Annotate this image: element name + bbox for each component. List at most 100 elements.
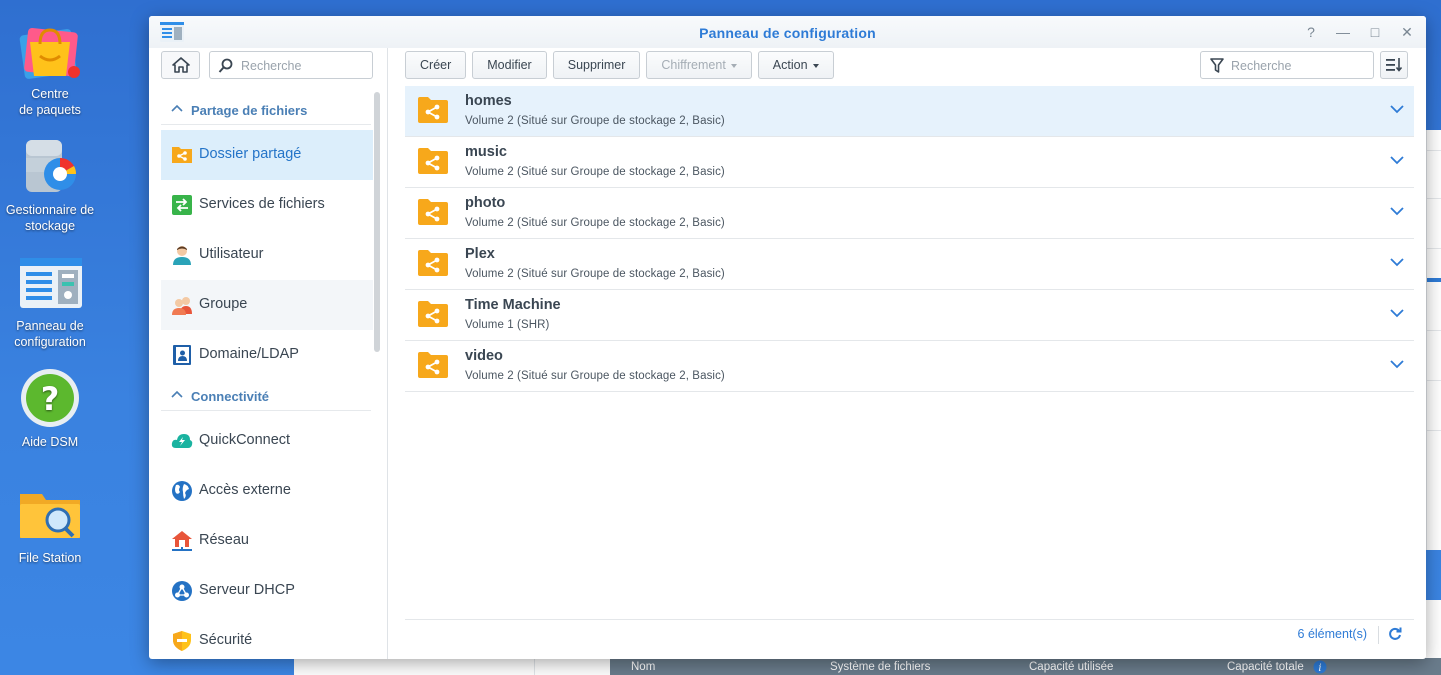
sidebar-item-quickconnect[interactable]: QuickConnect (161, 416, 373, 466)
storage-manager-icon (18, 134, 82, 198)
user-icon (173, 246, 191, 265)
shared-folder-name: Plex (465, 246, 495, 262)
close-button[interactable]: ✕ (1398, 23, 1416, 41)
desktop-icon-package-center[interactable]: Centre de paquets (0, 18, 100, 118)
sidebar-item-user[interactable]: Utilisateur (161, 230, 373, 280)
shared-folder-icon (418, 250, 448, 276)
shared-folder-location: Volume 2 (Situé sur Groupe de stockage 2… (465, 217, 725, 229)
shared-folder-location: Volume 2 (Situé sur Groupe de stockage 2… (465, 166, 725, 178)
modify-button[interactable]: Modifier (472, 51, 547, 79)
sort-icon (1386, 58, 1402, 72)
sidebar-item-shared-folder[interactable]: Dossier partagé (161, 130, 373, 180)
control-panel-icon (18, 250, 82, 314)
svg-text:?: ? (41, 380, 60, 418)
shared-folder-row[interactable]: Plex Volume 2 (Situé sur Groupe de stocka… (405, 239, 1414, 290)
sidebar-item-label: Accès externe (199, 482, 291, 498)
shared-folder-icon (418, 148, 448, 174)
action-dropdown[interactable]: Action (757, 51, 834, 79)
chevron-down-icon[interactable] (1390, 206, 1404, 216)
sidebar-item-label: Sécurité (199, 632, 253, 648)
quickconnect-icon (171, 434, 193, 448)
file-station-icon (18, 482, 82, 546)
shared-folder-location: Volume 2 (Situé sur Groupe de stockage 2… (465, 268, 725, 280)
sidebar-item-label: Serveur DHCP (199, 582, 295, 598)
dhcp-icon (172, 581, 192, 601)
filter-search-input[interactable]: Recherche (1200, 51, 1374, 79)
network-icon (172, 531, 192, 551)
section-file-sharing[interactable]: Partage de fichiers (161, 97, 371, 125)
shared-folder-icon (418, 352, 448, 378)
help-icon: ? (18, 366, 82, 430)
package-center-icon (18, 18, 82, 82)
group-icon (172, 297, 192, 315)
file-services-icon (172, 195, 192, 215)
sidebar-item-external-access[interactable]: Accès externe (161, 466, 373, 516)
shared-folder-name: music (465, 144, 507, 160)
chevron-up-icon (171, 104, 183, 112)
globe-icon (172, 481, 192, 501)
home-icon (171, 57, 190, 73)
encryption-dropdown[interactable]: Chiffrement (646, 51, 752, 79)
chevron-down-icon[interactable] (1390, 257, 1404, 267)
sidebar-item-label: Groupe (199, 296, 248, 312)
divider (1378, 626, 1379, 644)
shared-folder-row[interactable]: video Volume 2 (Situé sur Groupe de stock… (405, 341, 1414, 392)
chevron-down-icon[interactable] (1390, 155, 1404, 165)
sidebar-item-label: Dossier partagé (199, 146, 302, 162)
desktop-icon-dsm-help[interactable]: ? Aide DSM (0, 366, 100, 450)
sidebar-item-dhcp-server[interactable]: Serveur DHCP (161, 566, 373, 616)
sidebar-item-group[interactable]: Groupe (161, 280, 373, 330)
sidebar-item-label: QuickConnect (199, 432, 291, 448)
shared-folder-name: homes (465, 93, 512, 109)
create-button[interactable]: Créer (405, 51, 467, 79)
desktop-icon-storage-manager[interactable]: Gestionnaire de stockage (0, 134, 100, 234)
list-footer: 6 élément(s) (405, 619, 1414, 649)
shared-folder-icon (418, 97, 448, 123)
delete-button[interactable]: Supprimer (552, 51, 641, 79)
info-icon[interactable]: i (1313, 660, 1327, 674)
desktop-icon-label: Gestionnaire de stockage (5, 203, 95, 233)
maximize-button[interactable]: □ (1366, 23, 1384, 41)
chevron-down-icon[interactable] (1390, 359, 1404, 369)
filter-icon (1210, 58, 1224, 73)
shared-folder-icon (172, 147, 192, 163)
background-table-header: Nom Système de fichiers Capacité utilisé… (610, 658, 1441, 675)
shared-folder-row[interactable]: music Volume 2 (Situé sur Groupe de stock… (405, 137, 1414, 188)
column-header-used: Capacité utilisée (1029, 661, 1114, 673)
sidebar-item-file-services[interactable]: Services de fichiers (161, 180, 373, 230)
sort-button[interactable] (1380, 51, 1408, 79)
chevron-down-icon[interactable] (1390, 308, 1404, 318)
help-button[interactable]: ? (1302, 23, 1320, 41)
section-connectivity[interactable]: Connectivité (161, 383, 371, 411)
shared-folder-row[interactable]: homes Volume 2 (Situé sur Groupe de stock… (405, 86, 1414, 137)
search-placeholder: Recherche (1231, 59, 1292, 73)
svg-text:i: i (1318, 663, 1321, 674)
shared-folder-row[interactable]: photo Volume 2 (Situé sur Groupe de stock… (405, 188, 1414, 239)
sidebar-search-input[interactable]: Recherche (209, 51, 373, 79)
desktop-icon-label: File Station (18, 551, 82, 565)
home-button[interactable] (161, 51, 200, 79)
chevron-down-icon[interactable] (1390, 104, 1404, 114)
minimize-button[interactable]: — (1334, 23, 1352, 41)
control-panel-window: Panneau de configuration ? — □ ✕ Recherc… (149, 16, 1426, 659)
desktop-icon-file-station[interactable]: File Station (0, 482, 100, 566)
sidebar-scrollbar[interactable] (374, 92, 380, 352)
section-label: Connectivité (191, 389, 270, 404)
desktop-icon-control-panel[interactable]: Panneau de configuration (0, 250, 100, 350)
shared-folder-icon (418, 199, 448, 225)
search-icon (218, 58, 233, 73)
title-bar[interactable]: Panneau de configuration ? — □ ✕ (149, 16, 1426, 48)
sidebar-item-security[interactable]: Sécurité (161, 616, 373, 659)
shield-icon (173, 631, 191, 651)
shared-folder-row[interactable]: Time Machine Volume 1 (SHR) (405, 290, 1414, 341)
sidebar-item-label: Réseau (199, 532, 249, 548)
desktop-icon-label: Centre de paquets (19, 87, 81, 117)
search-placeholder: Recherche (241, 59, 302, 73)
shared-folder-location: Volume 1 (SHR) (465, 319, 550, 331)
sidebar: Recherche Partage de fichiers Dossier pa… (149, 48, 388, 659)
shared-folder-icon (418, 301, 448, 327)
refresh-icon[interactable] (1388, 627, 1402, 641)
sidebar-item-domain-ldap[interactable]: Domaine/LDAP (161, 330, 373, 380)
shared-folder-name: video (465, 348, 503, 364)
sidebar-item-network[interactable]: Réseau (161, 516, 373, 566)
